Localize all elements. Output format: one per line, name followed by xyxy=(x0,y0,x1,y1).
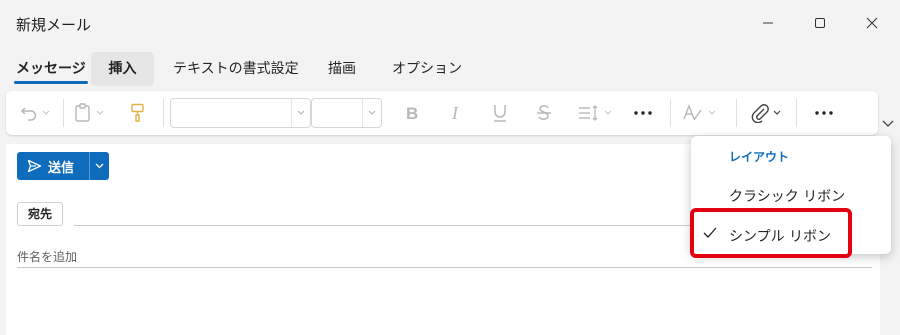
divider xyxy=(163,99,164,127)
chevron-down-icon xyxy=(368,110,376,115)
tab-label: メッセージ xyxy=(16,61,86,77)
window-title: 新規メール xyxy=(16,16,92,34)
italic-button[interactable]: I xyxy=(449,101,465,125)
chevron-down-icon xyxy=(708,110,716,115)
tab-label: 挿入 xyxy=(108,61,137,77)
strikethrough-icon xyxy=(537,105,551,120)
chevron-down-icon xyxy=(42,110,50,115)
underline-button[interactable] xyxy=(492,101,508,125)
styles-button[interactable] xyxy=(682,101,716,125)
svg-text:B: B xyxy=(406,104,418,122)
tab-options[interactable]: オプション xyxy=(382,52,472,86)
paste-button[interactable] xyxy=(74,101,104,125)
send-options-dropdown[interactable] xyxy=(90,152,109,180)
dropdown-button[interactable] xyxy=(362,99,381,127)
divider xyxy=(796,99,797,127)
maximize-icon xyxy=(815,18,825,28)
attach-file-button[interactable] xyxy=(751,101,781,125)
clipboard-icon xyxy=(75,103,90,122)
strikethrough-button[interactable] xyxy=(535,101,553,125)
more-horizontal-icon xyxy=(815,111,833,115)
to-button[interactable]: 宛先 xyxy=(17,202,64,226)
close-icon xyxy=(866,17,878,29)
send-button[interactable]: 送信 xyxy=(17,152,89,180)
italic-icon: I xyxy=(451,104,459,122)
divider xyxy=(736,99,737,127)
subject-underline xyxy=(17,267,872,268)
bold-icon: B xyxy=(406,104,418,122)
menu-item-label: クラシック リボン xyxy=(729,189,846,205)
divider xyxy=(670,99,671,127)
tab-label: オプション xyxy=(392,61,462,77)
simplified-ribbon: B I xyxy=(6,91,878,135)
ribbon-tabs: メッセージ 挿入 テキストの書式設定 描画 オプション xyxy=(0,52,900,86)
tab-insert[interactable]: 挿入 xyxy=(91,52,154,86)
tab-draw[interactable]: 描画 xyxy=(318,52,366,86)
chevron-down-icon xyxy=(95,163,104,169)
send-icon xyxy=(27,159,42,173)
maximize-button[interactable] xyxy=(809,12,831,34)
highlight-box xyxy=(690,208,852,258)
tab-label: テキストの書式設定 xyxy=(173,61,299,77)
more-horizontal-icon xyxy=(634,111,652,115)
chevron-down-icon xyxy=(604,110,612,115)
undo-icon xyxy=(20,107,37,121)
subject-input[interactable]: 件名を追加 xyxy=(17,248,77,265)
more-options-button[interactable] xyxy=(814,101,834,125)
tab-format-text[interactable]: テキストの書式設定 xyxy=(163,52,309,86)
format-painter-button[interactable] xyxy=(130,101,146,125)
chevron-down-icon xyxy=(297,110,305,115)
tab-message[interactable]: メッセージ xyxy=(6,52,96,86)
send-label: 送信 xyxy=(48,160,75,176)
ribbon-layout-toggle[interactable] xyxy=(878,112,898,136)
format-painter-icon xyxy=(131,103,144,122)
to-field[interactable] xyxy=(74,225,694,226)
paperclip-icon xyxy=(751,104,769,123)
font-size-dropdown[interactable] xyxy=(311,98,382,128)
title-bar: 新規メール xyxy=(0,0,900,50)
undo-button[interactable] xyxy=(20,101,50,125)
minimize-icon xyxy=(763,22,773,24)
svg-text:I: I xyxy=(451,104,459,122)
bold-button[interactable]: B xyxy=(404,101,420,125)
underline-icon xyxy=(494,105,506,122)
line-spacing-button[interactable] xyxy=(578,101,612,125)
font-name-dropdown[interactable] xyxy=(170,98,311,128)
tab-label: 描画 xyxy=(328,61,356,77)
dropdown-button[interactable] xyxy=(291,99,310,127)
chevron-down-icon xyxy=(96,110,104,115)
menu-header: レイアウト xyxy=(729,150,790,164)
line-spacing-icon xyxy=(579,105,598,121)
more-format-options-button[interactable] xyxy=(633,101,653,125)
divider xyxy=(63,99,64,127)
active-tab-indicator xyxy=(14,81,88,84)
menu-item-classic-ribbon[interactable]: クラシック リボン xyxy=(691,178,891,212)
send-split-button: 送信 xyxy=(17,152,109,180)
text-style-icon xyxy=(683,104,702,121)
close-button[interactable] xyxy=(861,12,883,34)
minimize-button[interactable] xyxy=(757,12,779,34)
chevron-down-icon xyxy=(773,110,781,115)
chevron-down-icon xyxy=(882,120,894,127)
